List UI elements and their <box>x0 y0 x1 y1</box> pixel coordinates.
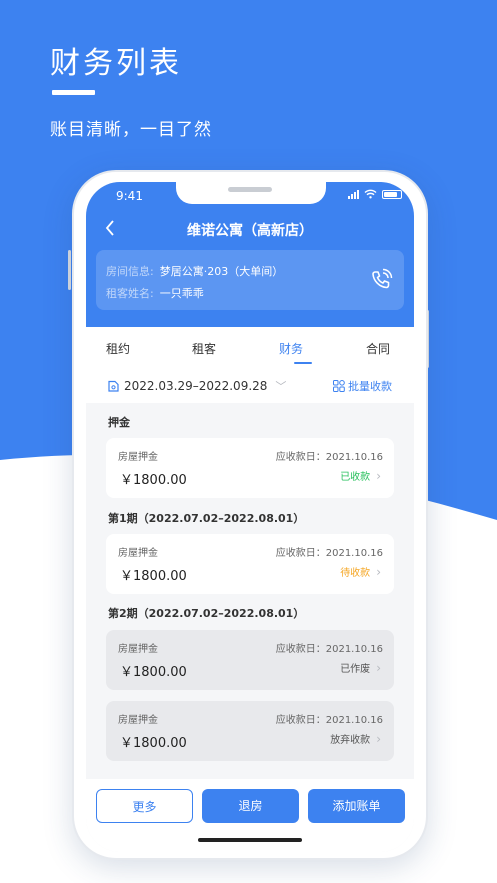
bill-card[interactable]: 房屋押金 应收款日：2021.10.16 ￥1800.00 已收款 › <box>106 438 394 498</box>
section-title-period-1: 第1期（2022.07.02–2022.08.01） <box>108 512 305 525</box>
date-range-text: 2022.03.29–2022.09.28 <box>124 379 268 393</box>
grid-icon <box>333 380 345 392</box>
notch <box>176 182 326 204</box>
phone-side-button-left <box>68 250 71 290</box>
tenant-name-row: 租客姓名: 一只乖乖 <box>106 285 204 301</box>
room-info-card: 房间信息: 梦居公寓·203（大单间） 租客姓名: 一只乖乖 <box>96 250 404 310</box>
batch-collect-button[interactable]: 批量收款 <box>333 378 392 394</box>
add-bill-button[interactable]: 添加账单 <box>308 789 405 823</box>
bottom-action-bar: 更多 退房 添加账单 <box>86 779 414 852</box>
date-range-picker[interactable]: 2022.03.29–2022.09.28 ﹀ <box>108 378 286 394</box>
tab-lease[interactable]: 租约 <box>106 340 130 357</box>
bill-name: 房屋押金 <box>118 644 158 655</box>
bill-status: 已收款 › <box>340 468 381 484</box>
bill-amount: ￥1800.00 <box>120 569 187 584</box>
bill-due-date: 应收款日：2021.10.16 <box>275 644 383 655</box>
header: 9:41 维诺公寓（高新店） 房间信息: 梦居公寓·203（大单间） 租客姓名:… <box>86 182 414 327</box>
bill-status: 已作废 › <box>340 660 381 676</box>
bill-amount: ￥1800.00 <box>120 665 187 680</box>
room-info-label: 房间信息: <box>106 265 154 278</box>
battery-icon <box>382 189 402 199</box>
chevron-right-icon: › <box>376 731 381 746</box>
filter-bar: 2022.03.29–2022.09.28 ﹀ 批量收款 <box>86 369 414 403</box>
promo-title: 财务列表 <box>50 46 182 81</box>
tenant-name-label: 租客姓名: <box>106 287 154 300</box>
batch-collect-label: 批量收款 <box>348 380 392 393</box>
tab-contract[interactable]: 合同 <box>366 340 390 357</box>
status-time: 9:41 <box>116 189 143 203</box>
bill-amount: ￥1800.00 <box>120 736 187 751</box>
section-title-period-2: 第2期（2022.07.02–2022.08.01） <box>108 607 305 620</box>
checkout-button[interactable]: 退房 <box>202 789 299 823</box>
status-waived-badge: 放弃收款 <box>330 735 371 746</box>
bill-card[interactable]: 房屋押金 应收款日：2021.10.16 ￥1800.00 待收款 › <box>106 534 394 594</box>
bill-due-date: 应收款日：2021.10.16 <box>275 548 383 559</box>
bill-status: 放弃收款 › <box>330 731 381 747</box>
app-screen: 9:41 维诺公寓（高新店） 房间信息: 梦居公寓·203（大单间） 租客姓名:… <box>86 182 414 852</box>
section-title-deposit: 押金 <box>108 416 130 429</box>
chevron-down-icon: ﹀ <box>275 380 287 393</box>
bill-card[interactable]: 房屋押金 应收款日：2021.10.16 ￥1800.00 已作废 › <box>106 630 394 690</box>
bill-status: 待收款 › <box>340 564 381 580</box>
signal-icon <box>348 189 359 199</box>
bill-name: 房屋押金 <box>118 715 158 726</box>
promo-underline <box>52 90 95 95</box>
status-pending-badge: 待收款 <box>340 568 371 579</box>
room-info-value: 梦居公寓·203（大单间） <box>159 265 284 278</box>
page-title: 维诺公寓（高新店） <box>187 223 313 239</box>
chevron-right-icon: › <box>376 660 381 675</box>
chevron-right-icon: › <box>376 468 381 483</box>
room-info-row: 房间信息: 梦居公寓·203（大单间） <box>106 263 283 279</box>
status-void-badge: 已作废 <box>340 664 371 675</box>
bill-name: 房屋押金 <box>118 452 158 463</box>
wifi-icon <box>364 189 377 199</box>
bill-due-date: 应收款日：2021.10.16 <box>275 452 383 463</box>
tab-finance[interactable]: 财务 <box>279 340 303 357</box>
phone-call-icon[interactable] <box>368 267 394 293</box>
promo-subtitle: 账目清晰，一目了然 <box>50 120 212 140</box>
bill-card[interactable]: 房屋押金 应收款日：2021.10.16 ￥1800.00 放弃收款 › <box>106 701 394 761</box>
home-indicator <box>198 838 302 842</box>
chevron-right-icon: › <box>376 564 381 579</box>
status-paid-badge: 已收款 <box>340 472 371 483</box>
tab-tenant[interactable]: 租客 <box>192 340 216 357</box>
more-button[interactable]: 更多 <box>96 789 193 823</box>
active-tab-indicator <box>294 362 312 364</box>
calendar-icon <box>108 380 119 392</box>
speaker <box>228 187 272 192</box>
tenant-name-value: 一只乖乖 <box>159 287 204 300</box>
phone-mockup: 9:41 维诺公寓（高新店） 房间信息: 梦居公寓·203（大单间） 租客姓名:… <box>72 170 428 860</box>
bill-due-date: 应收款日：2021.10.16 <box>275 715 383 726</box>
tab-bar: 租约 租客 财务 合同 <box>86 327 414 369</box>
status-icons <box>348 189 402 199</box>
bill-amount: ￥1800.00 <box>120 473 187 488</box>
bill-name: 房屋押金 <box>118 548 158 559</box>
